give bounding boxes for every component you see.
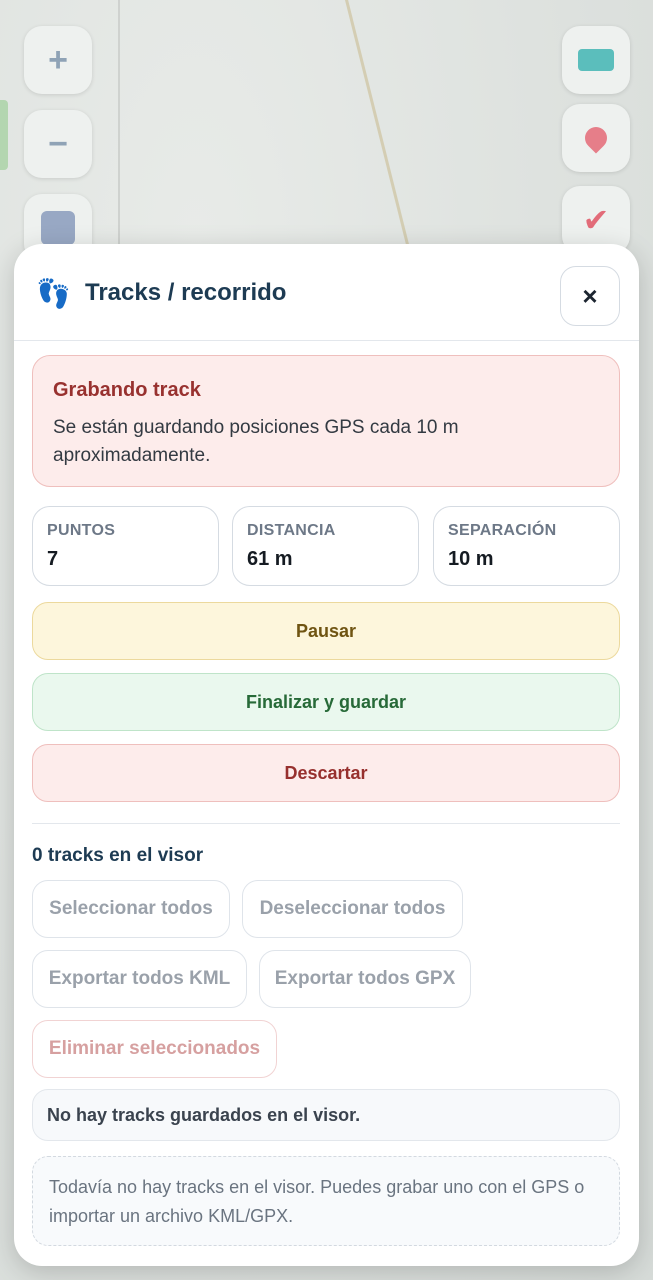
delete-selected-button[interactable]: Eliminar seleccionados (32, 1020, 277, 1078)
minus-icon: − (48, 124, 68, 163)
export-gpx-button[interactable]: Exportar todos GPX (259, 950, 471, 1008)
tracks-panel: 👣 Tracks / recorrido × Grabando track Se… (14, 244, 639, 1266)
recording-text: Se están guardando posiciones GPS cada 1… (53, 417, 459, 466)
map-road (118, 0, 120, 245)
finish-save-button[interactable]: Finalizar y guardar (32, 673, 620, 731)
basemap-button[interactable] (562, 26, 630, 94)
zoom-in-button[interactable]: + (24, 26, 92, 94)
plus-icon: + (48, 40, 68, 79)
stat-separation: SEPARACIÓN 10 m (433, 506, 620, 586)
panel-header: 👣 Tracks / recorrido × (14, 244, 639, 341)
zoom-out-button[interactable]: − (24, 110, 92, 178)
stat-value: 10 m (448, 548, 494, 570)
stat-distance: DISTANCIA 61 m (232, 506, 419, 586)
deselect-all-button[interactable]: Deseleccionar todos (242, 880, 463, 938)
panel-title: Tracks / recorrido (85, 279, 287, 306)
map-road (345, 0, 411, 253)
recording-title: Grabando track (53, 379, 201, 401)
empty-hint: Todavía no hay tracks en el visor. Puede… (32, 1156, 620, 1246)
stat-label: SEPARACIÓN (448, 522, 557, 539)
close-button[interactable]: × (560, 266, 620, 326)
stat-label: DISTANCIA (247, 522, 336, 539)
export-kml-button[interactable]: Exportar todos KML (32, 950, 247, 1008)
layers-icon (41, 211, 75, 245)
stat-points: PUNTOS 7 (32, 506, 219, 586)
map-feature (0, 100, 8, 170)
footprints-icon: 👣 (36, 278, 71, 309)
map-pin-icon (580, 122, 612, 154)
select-all-button[interactable]: Seleccionar todos (32, 880, 230, 938)
stat-value: 7 (47, 548, 59, 570)
discard-button[interactable]: Descartar (32, 744, 620, 802)
tracks-count-title: 0 tracks en el visor (32, 845, 204, 866)
stat-label: PUNTOS (47, 522, 116, 539)
close-icon: × (582, 280, 598, 311)
recording-alert: Grabando track Se están guardando posici… (32, 355, 620, 487)
check-pin-icon: ✔ (582, 202, 610, 238)
divider (32, 823, 620, 824)
empty-notice: No hay tracks guardados en el visor. (32, 1089, 620, 1141)
marker-button[interactable] (562, 104, 630, 172)
pause-button[interactable]: Pausar (32, 602, 620, 660)
map-card-icon (578, 49, 614, 71)
stat-value: 61 m (247, 548, 293, 570)
